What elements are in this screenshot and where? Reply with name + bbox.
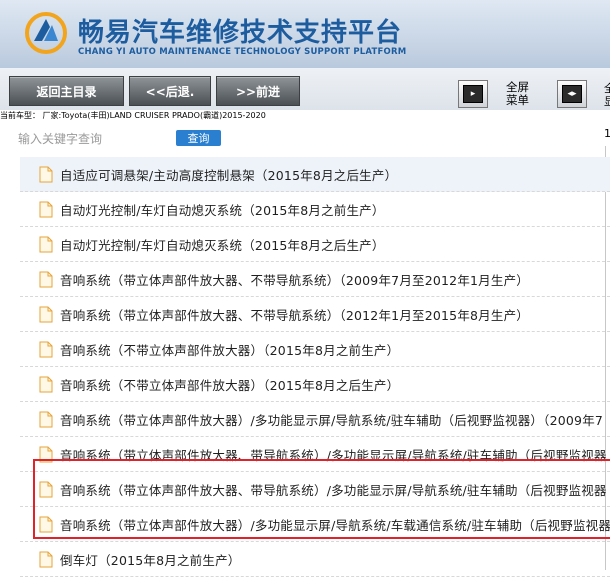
- expand-arrows-icon: ◂▸: [562, 85, 582, 103]
- document-icon: [39, 446, 53, 462]
- logo-icon: [25, 12, 67, 54]
- list-item[interactable]: 音响系统（带立体声部件放大器）/多功能显示屏/导航系统/驻车辅助（后视野监视器）…: [20, 402, 610, 437]
- document-icon: [39, 236, 53, 252]
- document-icon: [39, 201, 53, 217]
- document-icon: [39, 516, 53, 532]
- back-button[interactable]: <<后退.: [129, 76, 211, 106]
- list-item-label: 倒车灯（2015年8月之前生产）: [60, 552, 241, 568]
- list-item[interactable]: 音响系统（不带立体声部件放大器）（2015年8月之前生产）: [20, 332, 610, 367]
- breadcrumb: 当前车型： 厂家:Toyota(丰田)LAND CRUISER PRADO(霸道…: [0, 111, 266, 120]
- list-item[interactable]: 音响系统（带立体声部件放大器、带导航系统）/多功能显示屏/导航系统/驻车辅助（后…: [20, 437, 610, 472]
- app-title: 畅易汽车维修技术支持平台: [78, 18, 403, 48]
- list-item[interactable]: 音响系统（带立体声部件放大器）/多功能显示屏/导航系统/车载通信系统/驻车辅助（…: [20, 507, 610, 542]
- document-icon: [39, 271, 53, 287]
- document-icon: [39, 376, 53, 392]
- list-item-label: 音响系统（带立体声部件放大器、不带导航系统）（2009年7月至2012年1月生产…: [60, 272, 529, 288]
- document-icon: [39, 166, 53, 182]
- arrow-right-icon: ▸: [463, 85, 483, 103]
- list-item-label: 自适应可调悬架/主动高度控制悬架（2015年8月之后生产）: [60, 167, 398, 183]
- fullscreen-toggle-button[interactable]: ◂▸: [557, 80, 587, 108]
- list-item-label: 音响系统（带立体声部件放大器、带导航系统）/多功能显示屏/导航系统/驻车辅助（后…: [60, 482, 607, 498]
- right-panel-marker: 1: [604, 127, 610, 140]
- forward-button[interactable]: >>前进: [216, 76, 300, 106]
- list-item[interactable]: 自动灯光控制/车灯自动熄灭系统（2015年8月之前生产）: [20, 192, 610, 227]
- list-item[interactable]: 倒车灯（2015年8月之前生产）: [20, 542, 610, 577]
- fullscreen-label-line2: 菜单: [506, 93, 529, 107]
- header-banner: 畅易汽车维修技术支持平台 CHANG YI AUTO MAINTENANCE T…: [0, 0, 610, 68]
- truncated-label-line2: 显: [604, 95, 610, 108]
- list-item-label: 音响系统（不带立体声部件放大器）（2015年8月之后生产）: [60, 377, 400, 393]
- list-item-label: 音响系统（带立体声部件放大器、不带导航系统）（2012年1月至2015年8月生产…: [60, 307, 529, 323]
- list-item-label: 音响系统（带立体声部件放大器）/多功能显示屏/导航系统/车载通信系统/驻车辅助（…: [60, 517, 610, 533]
- document-icon: [39, 411, 53, 427]
- truncated-label-line1: 全: [604, 82, 610, 95]
- list-item[interactable]: 音响系统（带立体声部件放大器、不带导航系统）（2009年7月至2012年1月生产…: [20, 262, 610, 297]
- list-item[interactable]: 音响系统（不带立体声部件放大器）（2015年8月之后生产）: [20, 367, 610, 402]
- list-item-label: 音响系统（不带立体声部件放大器）（2015年8月之前生产）: [60, 342, 400, 358]
- fullscreen-menu-label[interactable]: 全屏 菜单: [506, 81, 529, 107]
- list-item-label: 音响系统（带立体声部件放大器、带导航系统）/多功能显示屏/导航系统/驻车辅助（后…: [60, 447, 607, 463]
- search-bar: 查询: [0, 122, 610, 154]
- list-item[interactable]: 自动灯光控制/车灯自动熄灭系统（2015年8月之后生产）: [20, 227, 610, 262]
- main-menu-button[interactable]: 返回主目录: [9, 76, 124, 106]
- document-list: 自适应可调悬架/主动高度控制悬架（2015年8月之后生产） 自动灯光控制/车灯自…: [20, 157, 610, 577]
- list-item-label: 音响系统（带立体声部件放大器）/多功能显示屏/导航系统/驻车辅助（后视野监视器）…: [60, 412, 604, 428]
- list-item-label: 自动灯光控制/车灯自动熄灭系统（2015年8月之前生产）: [60, 202, 385, 218]
- list-item[interactable]: 音响系统（带立体声部件放大器、带导航系统）/多功能显示屏/导航系统/驻车辅助（后…: [20, 472, 610, 507]
- document-icon: [39, 481, 53, 497]
- truncated-label: 全 显: [604, 82, 610, 108]
- search-button[interactable]: 查询: [176, 130, 221, 146]
- document-icon: [39, 551, 53, 567]
- document-icon: [39, 341, 53, 357]
- list-item-label: 自动灯光控制/车灯自动熄灭系统（2015年8月之后生产）: [60, 237, 385, 253]
- search-input[interactable]: [18, 131, 168, 147]
- list-item[interactable]: 音响系统（带立体声部件放大器、不带导航系统）（2012年1月至2015年8月生产…: [20, 297, 610, 332]
- app-subtitle: CHANG YI AUTO MAINTENANCE TECHNOLOGY SUP…: [78, 47, 407, 57]
- list-item[interactable]: 自适应可调悬架/主动高度控制悬架（2015年8月之后生产）: [20, 157, 610, 192]
- document-icon: [39, 306, 53, 322]
- sidebar-toggle-button[interactable]: ▸: [458, 80, 488, 108]
